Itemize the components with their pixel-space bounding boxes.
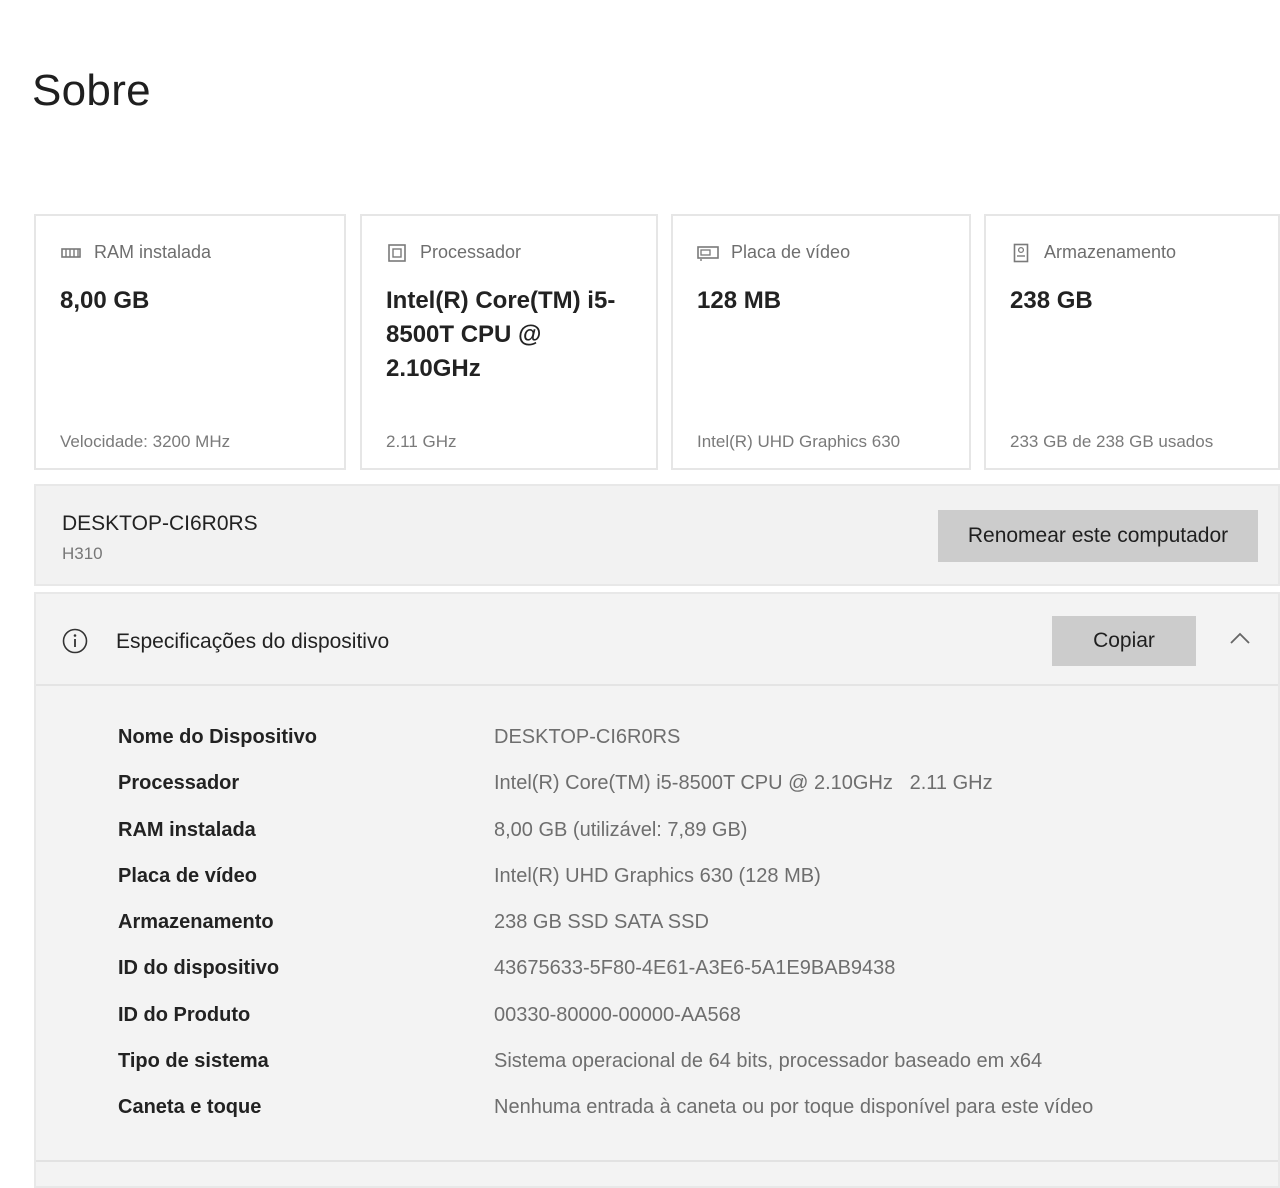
card-foot: 233 GB de 238 GB usados <box>1010 432 1214 451</box>
card-value: 128 MB <box>697 287 782 314</box>
spec-value: Intel(R) Core(TM) i5-8500T CPU @ 2.10GHz… <box>494 772 993 795</box>
spec-row: Caneta e toque Nenhuma entrada à caneta … <box>118 1086 1238 1132</box>
spec-row: ID do Produto 00330-80000-00000-AA568 <box>118 994 1238 1040</box>
spec-label: Placa de vídeo <box>118 864 257 887</box>
spec-row: RAM instalada 8,00 GB (utilizável: 7,89 … <box>118 809 1238 855</box>
spec-value: DESKTOP-CI6R0RS <box>494 726 681 748</box>
specs-title: Especificações do dispositivo <box>116 630 390 653</box>
info-icon <box>62 628 88 654</box>
storage-icon <box>1010 243 1032 262</box>
spec-label: ID do Produto <box>118 1003 251 1026</box>
card-foot: 2.11 GHz <box>386 432 457 451</box>
card-gpu: Placa de vídeo 128 MB Intel(R) UHD Graph… <box>671 214 971 470</box>
spec-label: RAM instalada <box>118 818 256 841</box>
card-foot: Velocidade: 3200 MHz <box>60 432 231 451</box>
spec-value: 238 GB SSD SATA SSD <box>494 911 709 934</box>
memory-icon <box>60 244 82 262</box>
spec-label: Caneta e toque <box>118 1096 262 1119</box>
spec-row: Nome do Dispositivo DESKTOP-CI6R0RS <box>118 716 1238 762</box>
card-processor: Processador Intel(R) Core(TM) i5-8500T C… <box>360 214 658 470</box>
device-name: DESKTOP-CI6R0RS <box>62 512 258 535</box>
card-label: Armazenamento <box>1044 242 1177 262</box>
card-value: 238 GB <box>1010 287 1093 314</box>
device-name-row: DESKTOP-CI6R0RS H310 Renomear este compu… <box>34 484 1280 586</box>
spec-value: Intel(R) UHD Graphics 630 (128 MB) <box>494 864 821 887</box>
specs-table: Nome do Dispositivo DESKTOP-CI6R0RS Proc… <box>118 716 1238 1133</box>
device-specs-header[interactable]: Especificações do dispositivo Copiar <box>36 594 1278 686</box>
spec-row: Armazenamento 238 GB SSD SATA SSD <box>118 901 1238 947</box>
section-divider <box>36 1160 1278 1162</box>
card-value: Intel(R) Core(TM) i5-8500T CPU @ 2.10GHz <box>386 287 616 382</box>
copy-button[interactable]: Copiar <box>1052 616 1196 666</box>
spec-label: ID do dispositivo <box>118 957 280 980</box>
card-storage: Armazenamento 238 GB 233 GB de 238 GB us… <box>984 214 1280 470</box>
spec-label: Processador <box>118 772 240 795</box>
summary-cards: RAM instalada 8,00 GB Velocidade: 3200 M… <box>34 214 1280 472</box>
spec-row: Placa de vídeo Intel(R) UHD Graphics 630… <box>118 855 1238 901</box>
spec-row: ID do dispositivo 43675633-5F80-4E61-A3E… <box>118 947 1238 993</box>
device-model: H310 <box>62 544 103 563</box>
page-title: Sobre <box>32 66 151 115</box>
spec-value: Sistema operacional de 64 bits, processa… <box>494 1050 1043 1073</box>
spec-value: 00330-80000-00000-AA568 <box>494 1003 741 1026</box>
card-ram: RAM instalada 8,00 GB Velocidade: 3200 M… <box>34 214 346 470</box>
card-foot: Intel(R) UHD Graphics 630 <box>697 432 901 451</box>
spec-value: Nenhuma entrada à caneta ou por toque di… <box>494 1096 1094 1119</box>
spec-value: 43675633-5F80-4E61-A3E6-5A1E9BAB9438 <box>494 957 896 980</box>
gpu-icon <box>697 244 719 262</box>
card-label: Placa de vídeo <box>731 242 851 262</box>
chevron-up-icon[interactable] <box>1228 630 1252 646</box>
card-value: 8,00 GB <box>60 287 150 314</box>
rename-pc-button[interactable]: Renomear este computador <box>938 510 1258 562</box>
spec-value: 8,00 GB (utilizável: 7,89 GB) <box>494 818 748 841</box>
processor-icon <box>386 243 408 262</box>
card-label: Processador <box>420 242 522 262</box>
spec-label: Armazenamento <box>118 911 274 934</box>
spec-label: Nome do Dispositivo <box>118 726 317 748</box>
device-specs-panel: Especificações do dispositivo Copiar Nom… <box>34 592 1280 1188</box>
card-label: RAM instalada <box>94 242 212 262</box>
spec-label: Tipo de sistema <box>118 1050 269 1073</box>
spec-row: Tipo de sistema Sistema operacional de 6… <box>118 1040 1238 1086</box>
spec-row: Processador Intel(R) Core(TM) i5-8500T C… <box>118 762 1238 808</box>
